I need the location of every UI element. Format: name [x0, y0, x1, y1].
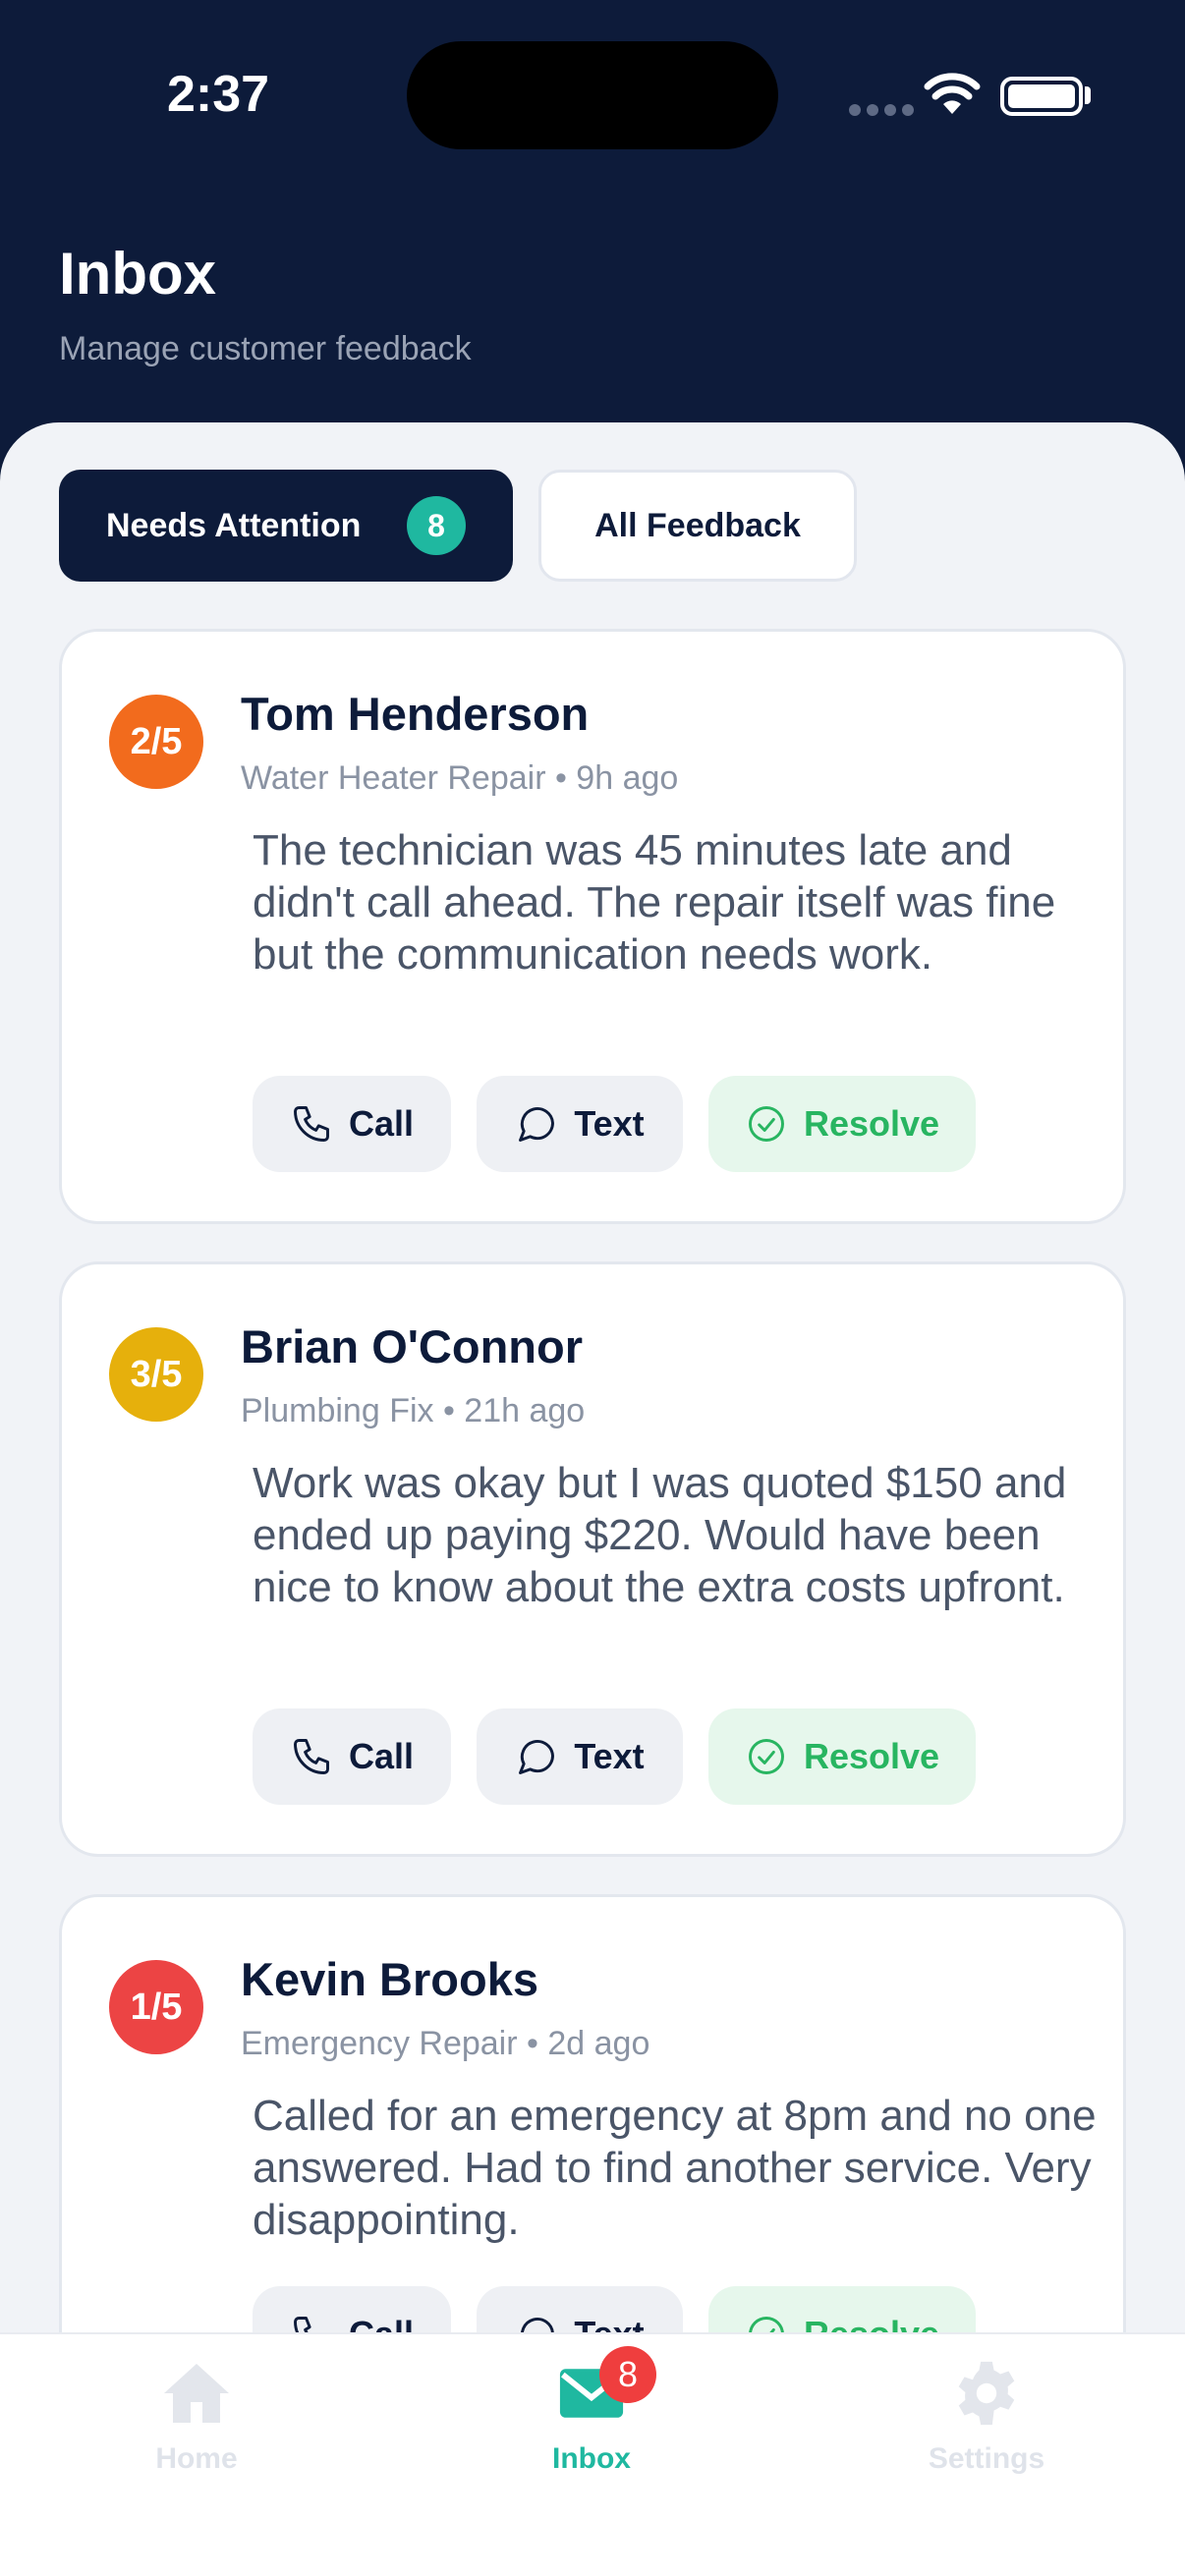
service-meta: Water Heater Repair • 9h ago: [241, 759, 679, 797]
rating-badge: 1/5: [109, 1960, 203, 2054]
nav-inbox-label: Inbox: [552, 2442, 631, 2475]
nav-inbox[interactable]: 8 Inbox: [493, 2346, 690, 2476]
resolve-button-label: Resolve: [803, 1103, 940, 1144]
resolve-button[interactable]: Resolve: [708, 1076, 976, 1172]
tab-needs-attention[interactable]: Needs Attention 8: [59, 470, 513, 582]
status-time: 2:37: [167, 66, 270, 123]
chat-bubble-icon: [519, 1107, 555, 1142]
text-button-label: Text: [574, 1736, 645, 1776]
call-button[interactable]: Call: [253, 1076, 451, 1172]
resolve-button-label: Resolve: [803, 1736, 940, 1776]
filter-tabs: Needs Attention 8 All Feedback: [59, 470, 857, 582]
bottom-tab-bar: Home 8 Inbox Settings: [0, 2332, 1185, 2576]
page-subtitle: Manage customer feedback: [59, 330, 472, 367]
card-actions: Call Text Resolve: [253, 1708, 976, 1805]
page-title: Inbox: [59, 241, 216, 307]
call-button-label: Call: [348, 1103, 415, 1144]
rating-badge: 2/5: [109, 695, 203, 789]
feedback-card[interactable]: 3/5 Brian O'Connor Plumbing Fix • 21h ag…: [59, 1261, 1126, 1857]
phone-icon: [294, 1739, 329, 1774]
customer-name: Brian O'Connor: [241, 1320, 584, 1372]
nav-home[interactable]: Home: [98, 2354, 295, 2476]
needs-attention-count-badge: 8: [407, 496, 466, 555]
tab-needs-attention-label: Needs Attention: [106, 506, 362, 544]
feedback-message: Work was okay but I was quoted $150 and …: [253, 1459, 1067, 1611]
home-icon: [157, 2354, 236, 2433]
rating-badge: 3/5: [109, 1327, 203, 1422]
feedback-message: The technician was 45 minutes late and d…: [253, 826, 1056, 979]
text-button[interactable]: Text: [477, 1076, 683, 1172]
wifi-icon: [924, 73, 981, 114]
feedback-card[interactable]: 2/5 Tom Henderson Water Heater Repair • …: [59, 629, 1126, 1224]
nav-settings-label: Settings: [928, 2442, 1045, 2475]
tab-all-feedback[interactable]: All Feedback: [538, 470, 857, 582]
gear-icon: [947, 2354, 1026, 2433]
call-button-label: Call: [348, 1736, 415, 1776]
check-circle-icon: [748, 1739, 784, 1774]
app-header: 2:37 Inbox Manage customer feedback: [0, 0, 1185, 462]
text-button-label: Text: [574, 1103, 645, 1144]
mail-icon: 8: [552, 2346, 656, 2433]
nav-home-label: Home: [155, 2442, 238, 2475]
cellular-signal-icon: [849, 104, 914, 116]
customer-name: Kevin Brooks: [241, 1953, 538, 2005]
chat-bubble-icon: [519, 1740, 555, 1774]
check-circle-icon: [748, 1106, 784, 1142]
battery-tip: [1085, 86, 1091, 104]
nav-settings[interactable]: Settings: [888, 2354, 1085, 2476]
card-actions: Call Text Resolve: [253, 1076, 976, 1172]
text-button[interactable]: Text: [477, 1708, 683, 1805]
customer-name: Tom Henderson: [241, 688, 590, 740]
service-meta: Emergency Repair • 2d ago: [241, 2025, 650, 2062]
tab-all-feedback-label: All Feedback: [594, 506, 801, 544]
inbox-count-badge: 8: [599, 2346, 656, 2403]
service-meta: Plumbing Fix • 21h ago: [241, 1392, 586, 1429]
battery-icon: [1000, 77, 1083, 116]
dynamic-island: [407, 41, 778, 149]
content-sheet: Needs Attention 8 All Feedback 2/5 Tom H…: [0, 422, 1185, 2576]
feedback-message: Called for an emergency at 8pm and no on…: [253, 2092, 1097, 2244]
call-button[interactable]: Call: [253, 1708, 451, 1805]
phone-icon: [294, 1106, 329, 1142]
resolve-button[interactable]: Resolve: [708, 1708, 976, 1805]
